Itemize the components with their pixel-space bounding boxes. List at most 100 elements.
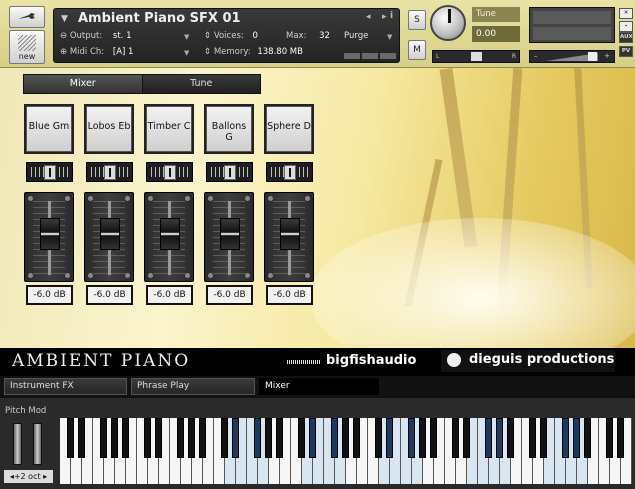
black-key[interactable] <box>265 418 272 458</box>
black-key[interactable] <box>562 418 569 458</box>
channel-select-button[interactable]: Timber C <box>144 104 194 154</box>
black-key[interactable] <box>67 418 74 458</box>
black-key[interactable] <box>419 418 426 458</box>
tab-mixer-bottom[interactable]: Mixer <box>259 378 379 395</box>
black-key[interactable] <box>221 418 228 458</box>
black-key[interactable] <box>188 418 195 458</box>
info-icon[interactable]: i <box>390 11 393 21</box>
black-key[interactable] <box>155 418 162 458</box>
midi-channel-row[interactable]: ⊕ Midi Ch: [A] 1 <box>60 47 133 57</box>
fader-cap[interactable] <box>220 218 240 250</box>
black-key[interactable] <box>254 418 261 458</box>
black-key[interactable] <box>342 418 349 458</box>
midi-dropdown-icon[interactable]: ▼ <box>184 49 189 57</box>
purge-dropdown-icon[interactable]: ▼ <box>387 33 392 41</box>
black-key[interactable] <box>408 418 415 458</box>
pan-slider[interactable]: L R <box>432 50 520 63</box>
black-key[interactable] <box>199 418 206 458</box>
channel-pan-slider[interactable] <box>86 162 133 182</box>
wrench-icon[interactable] <box>9 6 45 28</box>
channel-volume-fader[interactable] <box>204 192 254 282</box>
midi-value: [A] 1 <box>112 47 134 57</box>
tune-value[interactable]: 0.00 <box>472 26 520 42</box>
aux-button[interactable]: AUX <box>619 32 633 43</box>
mute-button[interactable]: M <box>408 40 426 60</box>
tab-instrument-fx[interactable]: Instrument FX <box>4 378 127 395</box>
prev-instrument-icon[interactable]: ◂ <box>366 12 371 22</box>
tab-mixer[interactable]: Mixer <box>24 75 143 93</box>
black-key[interactable] <box>276 418 283 458</box>
tune-knob[interactable] <box>430 5 466 41</box>
channel-pan-slider[interactable] <box>146 162 193 182</box>
channel-select-button[interactable]: Lobos Eb <box>84 104 134 154</box>
pan-handle[interactable] <box>164 165 176 180</box>
black-key[interactable] <box>617 418 624 458</box>
black-key[interactable] <box>309 418 316 458</box>
pitch-wheel[interactable] <box>13 423 22 465</box>
black-key[interactable] <box>584 418 591 458</box>
new-instrument-button[interactable]: new <box>9 30 45 64</box>
pv-button[interactable]: PV <box>619 46 633 57</box>
channel-volume-fader[interactable] <box>144 192 194 282</box>
fader-cap[interactable] <box>40 218 60 250</box>
black-key[interactable] <box>507 418 514 458</box>
black-key[interactable] <box>452 418 459 458</box>
max-voices-row[interactable]: Max: 32 <box>286 31 330 41</box>
volume-slider[interactable]: – + <box>529 50 615 63</box>
black-key[interactable] <box>485 418 492 458</box>
channel-pan-slider[interactable] <box>206 162 253 182</box>
channel-select-button[interactable]: Ballons G <box>204 104 254 154</box>
black-key[interactable] <box>375 418 382 458</box>
black-key[interactable] <box>232 418 239 458</box>
black-key[interactable] <box>496 418 503 458</box>
collapse-triangle-icon[interactable]: ▼ <box>61 14 68 24</box>
channel-select-button[interactable]: Sphere D <box>264 104 314 154</box>
black-key[interactable] <box>353 418 360 458</box>
pan-handle[interactable] <box>284 165 296 180</box>
channel-select-button[interactable]: Blue Gm <box>24 104 74 154</box>
minimize-icon[interactable]: – <box>619 21 633 32</box>
black-key[interactable] <box>298 418 305 458</box>
octave-shift-control[interactable]: ◂+2 oct ▸ <box>4 470 53 483</box>
black-key[interactable] <box>386 418 393 458</box>
black-key[interactable] <box>177 418 184 458</box>
black-key[interactable] <box>606 418 613 458</box>
purge-menu[interactable]: Purge <box>344 31 368 41</box>
black-key[interactable] <box>122 418 129 458</box>
pan-handle[interactable] <box>104 165 116 180</box>
channel-pan-slider[interactable] <box>26 162 73 182</box>
instrument-title[interactable]: Ambient Piano SFX 01 <box>78 11 241 26</box>
black-key[interactable] <box>144 418 151 458</box>
black-key[interactable] <box>463 418 470 458</box>
black-key[interactable] <box>573 418 580 458</box>
channel-volume-fader[interactable] <box>264 192 314 282</box>
fader-cap[interactable] <box>280 218 300 250</box>
black-key[interactable] <box>430 418 437 458</box>
output-row[interactable]: ⊖ Output: st. 1 <box>60 31 132 41</box>
volume-slider-handle[interactable] <box>588 52 597 61</box>
close-icon[interactable]: ✕ <box>619 8 633 19</box>
max-value[interactable]: 32 <box>319 31 330 41</box>
solo-button[interactable]: S <box>408 10 426 30</box>
black-key[interactable] <box>111 418 118 458</box>
black-key[interactable] <box>331 418 338 458</box>
mask-icon <box>447 353 461 367</box>
channel-volume-fader[interactable] <box>24 192 74 282</box>
channel-pan-slider[interactable] <box>266 162 313 182</box>
next-instrument-icon[interactable]: ▸ <box>382 12 387 22</box>
output-dropdown-icon[interactable]: ▼ <box>184 33 189 41</box>
pan-handle[interactable] <box>44 165 56 180</box>
fader-cap[interactable] <box>100 218 120 250</box>
tab-phrase-play[interactable]: Phrase Play <box>131 378 255 395</box>
pan-handle[interactable] <box>224 165 236 180</box>
fader-cap[interactable] <box>160 218 180 250</box>
channel-volume-fader[interactable] <box>84 192 134 282</box>
mod-wheel[interactable] <box>33 423 42 465</box>
piano-keyboard[interactable] <box>60 418 635 484</box>
pan-slider-handle[interactable] <box>471 52 482 61</box>
black-key[interactable] <box>78 418 85 458</box>
black-key[interactable] <box>529 418 536 458</box>
black-key[interactable] <box>100 418 107 458</box>
black-key[interactable] <box>540 418 547 458</box>
tab-tune[interactable]: Tune <box>142 75 260 93</box>
